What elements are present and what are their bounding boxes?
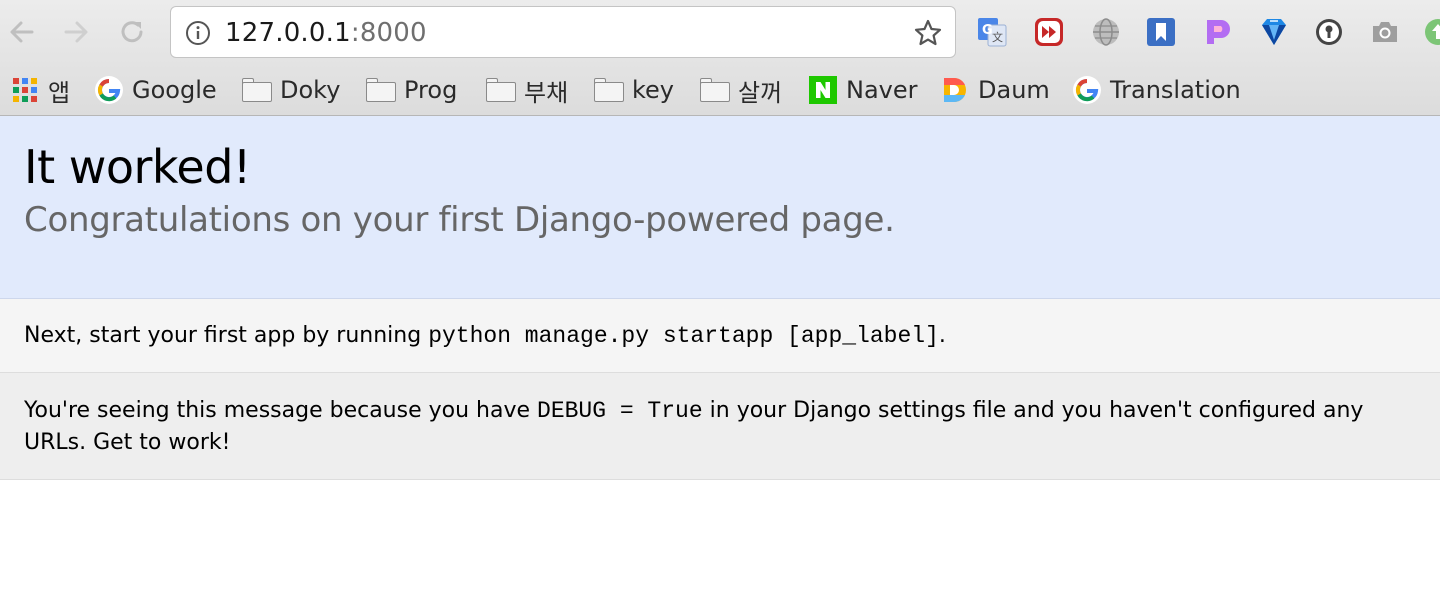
google-icon <box>1072 75 1102 105</box>
folder-icon <box>242 75 272 105</box>
bookmark-label: Doky <box>280 76 341 104</box>
bookmark-label: key <box>632 76 675 104</box>
folder-icon <box>486 75 516 105</box>
bookmarks-bar: 앱 Google Doky Prog 부채 key 살꺼 Naver Daum … <box>0 64 1440 116</box>
bookmark-label: Google <box>132 76 217 104</box>
bookmark-label: 부채 <box>524 78 569 107</box>
svg-text:文: 文 <box>992 30 1003 44</box>
debug-setting: DEBUG = True <box>537 398 703 424</box>
bookmark-label: 앱 <box>48 78 71 107</box>
mercury-extension-icon[interactable] <box>1202 16 1234 48</box>
globe-extension-icon[interactable] <box>1090 16 1122 48</box>
instructions-prefix: Next, start your first app by running <box>24 323 429 348</box>
folder-icon <box>594 75 624 105</box>
page-content: It worked! Congratulations on your first… <box>0 116 1440 594</box>
google-icon <box>94 75 124 105</box>
bookmark-folder-key[interactable]: key <box>594 72 674 108</box>
bookmark-label: Translation <box>1110 76 1241 104</box>
page-subtitle: Congratulations on your first Django-pow… <box>24 200 895 240</box>
summary-section: It worked! Congratulations on your first… <box>0 116 1440 299</box>
daum-icon <box>940 75 970 105</box>
browser-toolbar: 127.0.0.1:8000 G 文 <box>0 0 1440 64</box>
bookmark-naver[interactable]: Naver <box>808 72 918 108</box>
naver-icon <box>808 75 838 105</box>
url-text[interactable]: 127.0.0.1:8000 <box>225 19 427 47</box>
bookmark-label: Naver <box>846 76 918 104</box>
back-button[interactable] <box>4 14 40 50</box>
bookmark-apps[interactable]: 앱 <box>10 72 70 108</box>
bookmark-translation[interactable]: Translation <box>1072 72 1241 108</box>
startapp-command: python manage.py startapp [app_label] <box>428 323 939 349</box>
arrow-left-icon <box>10 21 34 43</box>
camera-extension-icon[interactable] <box>1369 16 1401 48</box>
bookmark-folder-doky[interactable]: Doky <box>242 72 340 108</box>
folder-icon <box>366 75 396 105</box>
bookmark-label: Prog <box>404 76 458 104</box>
folder-icon <box>700 75 730 105</box>
bookmark-daum[interactable]: Daum <box>940 72 1050 108</box>
update-extension-icon[interactable] <box>1422 16 1440 48</box>
arrow-right-icon <box>64 21 88 43</box>
explanation-section: You're seeing this message because you h… <box>0 373 1440 480</box>
reload-button[interactable] <box>114 14 150 50</box>
translate-extension-icon[interactable]: G 文 <box>976 16 1008 48</box>
bookmark-label: 살꺼 <box>738 78 783 107</box>
star-icon[interactable] <box>913 18 943 48</box>
fast-forward-extension-icon[interactable] <box>1033 16 1065 48</box>
bookmark-label: Daum <box>978 76 1050 104</box>
gem-extension-icon[interactable] <box>1258 16 1290 48</box>
apps-grid-icon <box>10 75 40 105</box>
bookmark-folder-buy[interactable]: 살꺼 <box>700 72 782 108</box>
address-bar[interactable]: 127.0.0.1:8000 <box>170 6 956 58</box>
explanation-text: You're seeing this message because you h… <box>24 395 1424 459</box>
url-port: :8000 <box>350 18 427 48</box>
reload-icon <box>121 21 143 43</box>
instructions-section: Next, start your first app by running py… <box>0 299 1440 373</box>
bookmark-folder-debt[interactable]: 부채 <box>486 72 568 108</box>
bookmark-google[interactable]: Google <box>94 72 217 108</box>
browser-chrome: 127.0.0.1:8000 G 文 앱 Google Doky Prog 부채… <box>0 0 1440 116</box>
bookmark-folder-prog[interactable]: Prog <box>366 72 457 108</box>
info-icon[interactable] <box>185 20 211 46</box>
bookmark-extension-icon[interactable] <box>1145 16 1177 48</box>
page-title: It worked! <box>24 140 251 194</box>
explanation-prefix: You're seeing this message because you h… <box>24 398 538 423</box>
forward-button[interactable] <box>58 14 94 50</box>
instructions-suffix: . <box>938 323 946 348</box>
password-extension-icon[interactable] <box>1313 16 1345 48</box>
instructions-text: Next, start your first app by running py… <box>24 321 946 351</box>
url-host: 127.0.0.1 <box>225 18 351 48</box>
